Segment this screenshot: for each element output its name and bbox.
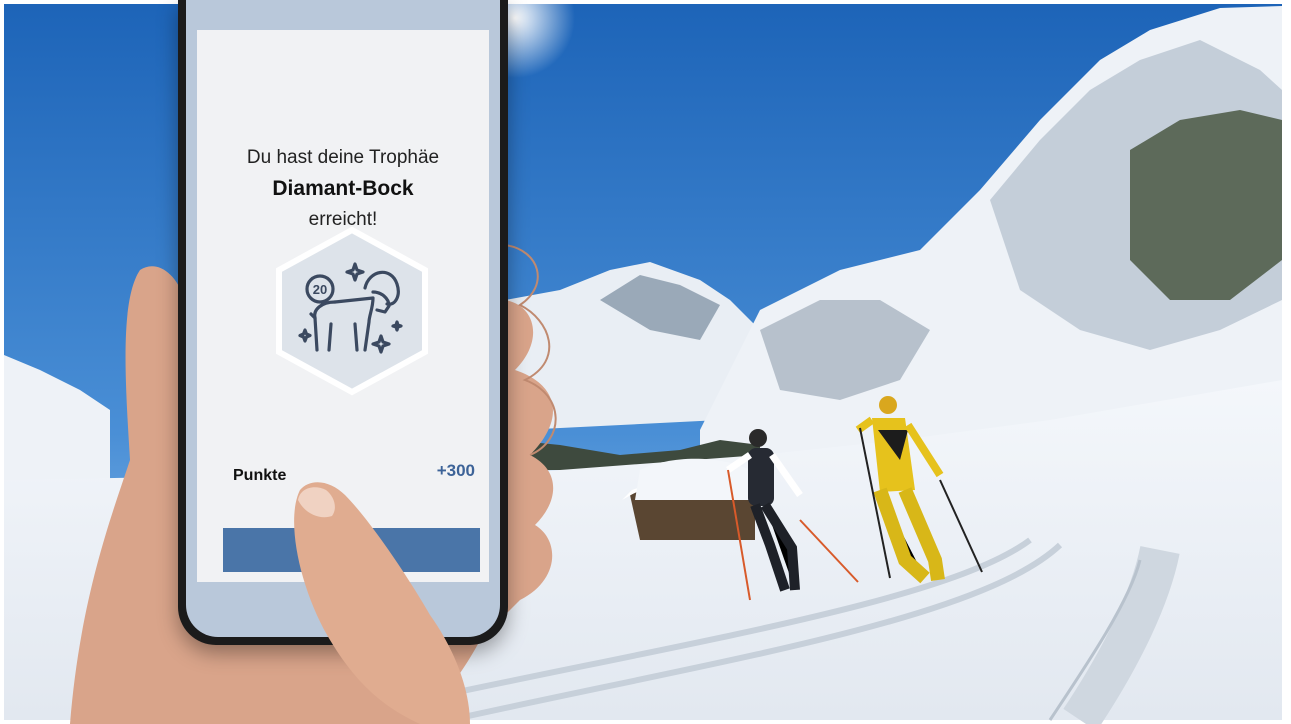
thumb	[294, 482, 470, 724]
